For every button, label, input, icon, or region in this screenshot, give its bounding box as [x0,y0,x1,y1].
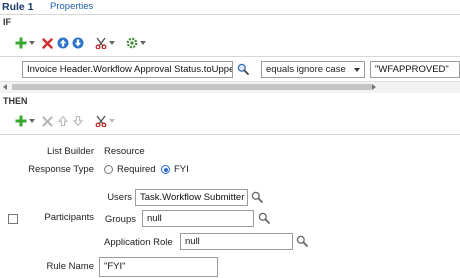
tabs-divider [0,14,460,15]
response-fyi-option[interactable]: FYI [161,164,189,175]
operator-select[interactable]: equals ignore case [261,61,365,78]
radio-required[interactable] [104,165,113,174]
if-toolbar [14,36,152,50]
groups-field[interactable]: null [142,210,254,227]
list-builder-label: List Builder [47,146,94,157]
users-label: Users [107,192,132,203]
response-required-option[interactable]: Required [104,164,156,175]
add-icon[interactable] [14,37,27,50]
response-required-label: Required [117,164,156,175]
participants-label: Participants [44,212,94,223]
add-icon[interactable] [14,115,27,128]
tab-properties[interactable]: Properties [50,1,93,12]
application-role-field[interactable]: null [180,233,293,250]
delete-icon [41,115,54,128]
operator-value: equals ignore case [266,64,346,75]
rule-name-label: Rule Name [46,261,94,272]
cut-icon[interactable] [94,37,107,50]
add-dropdown-icon[interactable] [29,41,35,45]
response-fyi-label: FYI [174,164,189,175]
cut-dropdown-icon[interactable] [109,41,115,45]
add-dropdown-icon[interactable] [29,119,35,123]
chevron-down-icon [354,68,360,72]
scrollbar-thumb[interactable] [12,84,372,90]
condition-right-value-field[interactable]: "WFAPPROVED" [370,61,460,78]
move-up-icon [56,115,69,128]
search-icon[interactable] [237,63,249,75]
cut-dropdown-icon [109,119,115,123]
move-down-icon[interactable] [71,37,84,50]
move-down-icon [71,115,84,128]
cut-icon[interactable] [94,115,107,128]
rule-name-field[interactable]: "FYI" [99,257,218,277]
groups-label: Groups [104,214,136,225]
search-icon[interactable] [251,191,263,203]
participants-checkbox[interactable] [8,214,18,224]
scroll-left-icon[interactable] [3,84,7,90]
horizontal-scrollbar[interactable] [0,81,460,93]
settings-icon[interactable] [125,37,138,50]
scroll-right-icon[interactable] [372,84,376,90]
then-section-label: THEN [3,96,28,106]
search-icon[interactable] [258,212,270,224]
then-toolbar-divider [0,134,460,135]
list-builder-value: Resource [104,146,145,157]
response-type-label: Response Type [28,164,94,175]
delete-icon[interactable] [41,37,54,50]
search-icon[interactable] [296,235,308,247]
application-role-label: Application Role [104,237,173,248]
move-up-icon[interactable] [56,37,69,50]
tab-rule-1[interactable]: Rule 1 [2,1,34,13]
users-field[interactable]: Task.Workflow Submitter [135,189,248,206]
condition-left-value-field[interactable]: Invoice Header.Workflow Approval Status.… [22,61,233,78]
if-toolbar-divider [0,56,460,57]
if-section-label: IF [3,17,11,27]
settings-dropdown-icon[interactable] [140,41,146,45]
radio-fyi[interactable] [161,165,170,174]
then-toolbar [14,114,121,128]
